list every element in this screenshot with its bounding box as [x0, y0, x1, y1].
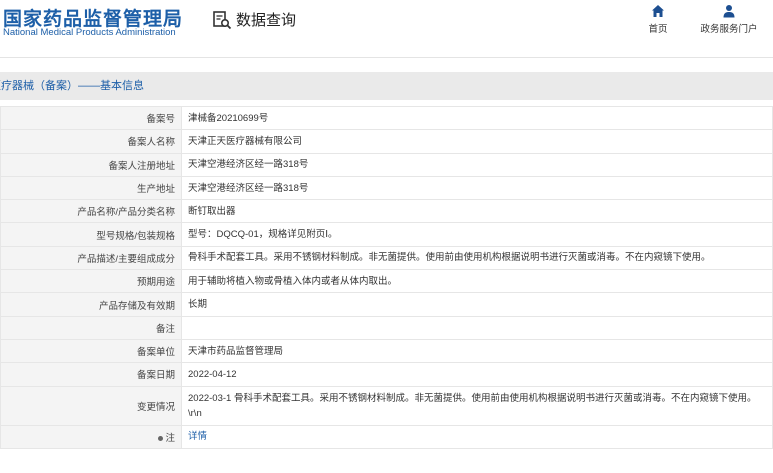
- table-row: 备案人注册地址 天津空港经济区经一路318号: [0, 152, 773, 177]
- table-row: 变更情况 2022-03-1 骨科手术配套工具。采用不锈钢材料制成。非无菌提供。…: [0, 385, 773, 426]
- row-label-filing-number: 备案号: [0, 105, 182, 131]
- row-value-filer-name: 天津正天医疗器械有限公司: [181, 129, 773, 154]
- row-value-product-name: 断钉取出器: [181, 199, 773, 224]
- row-label-filing-authority: 备案单位: [0, 338, 182, 364]
- row-label-storage-validity: 产品存储及有效期: [0, 292, 182, 317]
- row-value-storage-validity: 长期: [181, 292, 773, 317]
- table-row: 产品存储及有效期 长期: [0, 292, 773, 317]
- table-row: 型号规格/包装规格 型号：DQCQ-01，规格详见附页Ⅰ。: [0, 222, 773, 247]
- bullet-icon: [158, 435, 164, 441]
- data-query-title: 数据查询: [236, 12, 297, 29]
- row-value-intended-use: 用于辅助将植入物或骨植入体内或者从体内取出。: [181, 269, 773, 294]
- document-search-icon: [212, 10, 232, 30]
- nav-service-portal[interactable]: 政务服务门户: [697, 4, 761, 35]
- data-query-heading: 数据查询: [212, 9, 296, 30]
- row-label-filing-date: 备案日期: [0, 362, 182, 387]
- row-label-change-history: 变更情况: [0, 385, 182, 426]
- row-label-production-address: 生产地址: [0, 175, 182, 201]
- row-label-product-name: 产品名称/产品分类名称: [0, 199, 182, 224]
- section-title: 医疗器械（备案）——基本信息: [0, 80, 144, 92]
- row-label-filer-name: 备案人名称: [0, 129, 182, 154]
- section-title-bar: 医疗器械（备案）——基本信息: [0, 72, 773, 100]
- table-row: 备案人名称 天津正天医疗器械有限公司: [0, 129, 773, 154]
- row-value-filing-date: 2022-04-12: [181, 362, 773, 387]
- table-row: 备案日期 2022-04-12: [0, 362, 773, 387]
- table-row: 生产地址 天津空港经济区经一路318号: [0, 175, 773, 201]
- table-row: 注 详情: [0, 424, 773, 449]
- row-value-filing-number: 津械备20210699号: [181, 105, 773, 131]
- details-link[interactable]: 详情: [188, 431, 207, 442]
- table-row: 备注: [0, 315, 773, 340]
- row-label-intended-use: 预期用途: [0, 269, 182, 294]
- home-icon: [645, 4, 671, 18]
- row-value-filing-authority: 天津市药品监督管理局: [181, 338, 773, 364]
- nav-home[interactable]: 首页: [645, 4, 671, 35]
- nav-service-portal-label: 政务服务门户: [700, 24, 758, 35]
- table-row: 备案单位 天津市药品监督管理局: [0, 338, 773, 364]
- row-label-remarks: 备注: [0, 315, 182, 340]
- row-label-registered-address: 备案人注册地址: [0, 152, 182, 177]
- row-value-registered-address: 天津空港经济区经一路318号: [181, 152, 773, 177]
- row-value-change-history: 2022-03-1 骨科手术配套工具。采用不锈钢材料制成。非无菌提供。使用前由使…: [181, 385, 773, 426]
- table-row: 产品名称/产品分类名称 断钉取出器: [0, 199, 773, 224]
- table-row: 产品描述/主要组成成分 骨科手术配套工具。采用不锈钢材料制成。非无菌提供。使用前…: [0, 245, 773, 271]
- row-label-note-text: 注: [165, 432, 175, 444]
- site-header: 国家药品监督管理局 National Medical Products Admi…: [0, 0, 773, 58]
- site-logo-english[interactable]: National Medical Products Administration: [3, 27, 176, 38]
- row-label-product-description: 产品描述/主要组成成分: [0, 245, 182, 271]
- row-label-model-spec: 型号规格/包装规格: [0, 222, 182, 247]
- row-value-production-address: 天津空港经济区经一路318号: [181, 175, 773, 201]
- row-value-product-description: 骨科手术配套工具。采用不锈钢材料制成。非无菌提供。使用前由使用机构根据说明书进行…: [181, 245, 773, 271]
- user-icon: [697, 4, 761, 18]
- row-value-note: 详情: [181, 424, 773, 449]
- row-value-remarks: [181, 315, 773, 340]
- nav-home-label: 首页: [648, 24, 668, 35]
- table-row: 预期用途 用于辅助将植入物或骨植入体内或者从体内取出。: [0, 269, 773, 294]
- row-value-model-spec: 型号：DQCQ-01，规格详见附页Ⅰ。: [181, 222, 773, 247]
- basic-info-table: 备案号 津械备20210699号 备案人名称 天津正天医疗器械有限公司 备案人注…: [0, 105, 773, 449]
- row-label-note: 注: [0, 424, 182, 449]
- table-row: 备案号 津械备20210699号: [0, 105, 773, 131]
